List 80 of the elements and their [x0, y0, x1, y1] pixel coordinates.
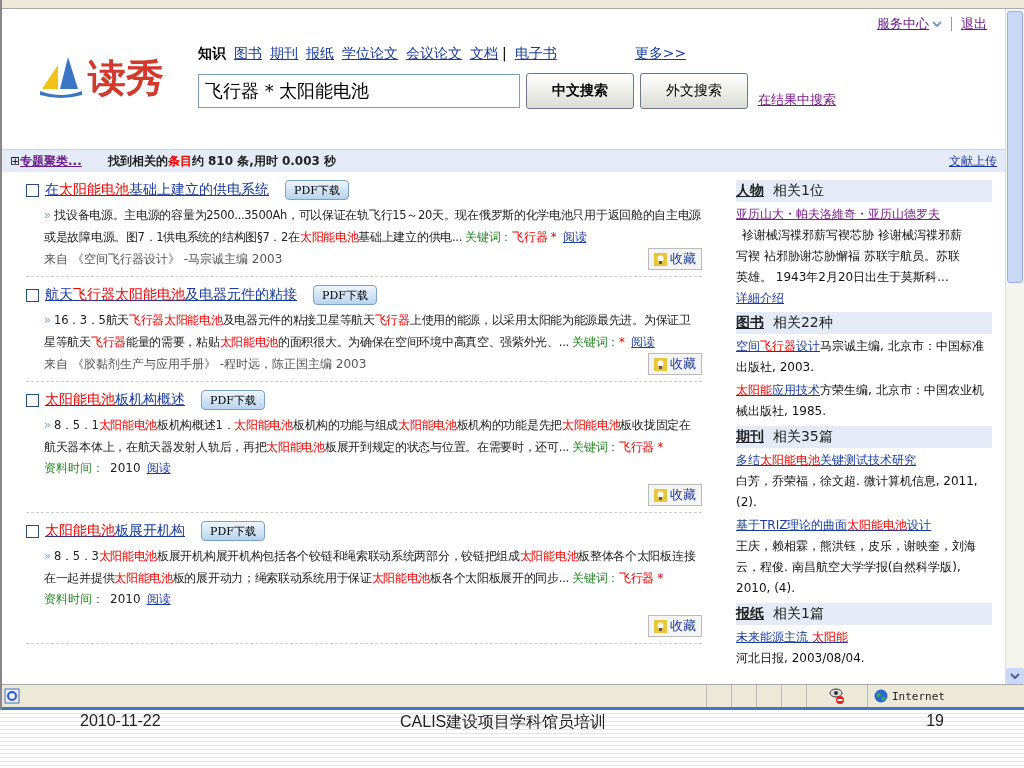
category-tab[interactable]: 图书 [234, 45, 262, 63]
upload-link[interactable]: 文献上传 [949, 152, 997, 170]
item-details: 空间飞行器设计马宗诚主编, 北京市：中国标准出版社, 2003. [736, 338, 985, 376]
logo-text: 读秀 [88, 53, 164, 102]
category-tab[interactable]: 学位论文 [342, 45, 398, 63]
category-tab[interactable]: 文档 [470, 45, 498, 63]
globe-icon [874, 689, 888, 703]
date-text: 2010 [110, 591, 141, 608]
result-snippet: » 8．5．1太阳能电池板机构概述1．太阳能电池板机构的功能与组成太阳能电池板机构的功能是先把太阳能电池板收拢固定在航天器本体上，在航天器发射人轨后，再把太阳能电池板展开到规定的状态与位置。在需要时，还可... 关键词：飞行器 * [44, 417, 692, 456]
lightbulb-icon [654, 252, 667, 266]
result-snippet: » 找设备电源。主电源的容量为2500...3500Ah，可以保证在轨飞行15～20天。现在俄罗斯的化学电池只用于返回舱的自主电源或是故障电源。图7．1供电系统的结构图§7．2在太阳能电池基础上建立的供电... 关键词：飞行器 * 阅读 [44, 207, 702, 246]
result-title-link[interactable]: 太阳能电池板机构概述 [45, 391, 185, 409]
topic-cluster-link[interactable]: 专题聚类... [20, 152, 82, 170]
service-center-link[interactable]: 服务中心 [877, 15, 929, 33]
scrollbar[interactable] [1005, 9, 1024, 684]
checkbox[interactable] [26, 288, 39, 302]
security-zone-text: Internet [892, 689, 945, 703]
favorite-button[interactable]: 收藏 [648, 484, 702, 506]
read-link[interactable]: 阅读 [631, 335, 655, 349]
pdf-download-button[interactable]: PDF下载 [201, 390, 265, 410]
search-within-results-link[interactable]: 在结果中搜索 [758, 91, 836, 109]
logout-link[interactable]: 退出 [961, 15, 987, 33]
result-count-text: 找到相关的条目约 810 条,用时 0.003 秒 [107, 152, 338, 170]
related-item-link[interactable]: 未来能源主流 太阳能 [736, 630, 848, 644]
chevron-down-icon[interactable] [932, 21, 942, 27]
related-item-link[interactable]: 空间飞行器设计 [736, 339, 820, 353]
related-item-link[interactable]: 太阳能应用技术 [736, 383, 820, 397]
section-heading: 图书 相关22种 [736, 312, 992, 334]
section-heading: 期刊 相关35篇 [736, 426, 992, 448]
related-item-link[interactable]: 多结太阳能电池关键测试技术研究 [736, 453, 916, 467]
privacy-blocked-icon[interactable] [828, 687, 846, 705]
source-text: 来自 《空间飞行器设计》 -马宗诚主编 2003 [44, 250, 283, 268]
item-details: 袗谢械泻褋邪薪写褉芯胁 袗谢械泻褋邪薪写褉 袩邪胁谢芯胁懈褔 苏联宇航员。苏联英雄。 1943年2月20日出生于莫斯科... [736, 227, 962, 286]
favorite-button[interactable]: 收藏 [648, 353, 702, 375]
related-item-link[interactable]: 亚历山大・帕夫洛維奇・亚历山德罗夫 [736, 207, 940, 221]
read-link[interactable]: 阅读 [146, 589, 171, 609]
item-details: 王庆，赖相霖，熊洪钰，皮乐，谢映奎，刘海云，程俊. 南昌航空大学学报(自然科学版), 2010, (4). [736, 538, 977, 597]
result-snippet: » 8．5．3太阳能电池板展开机构展开机构包括各个铰链和绳索联动系统两部分，铰链把组成太阳能电池板整体各个太阳板连接在一起并提供太阳能电池板的展开动力；绳索联动系统用于保证太阳能电池板各个太阳板展开的同步... 关键词：飞行器 * [44, 548, 697, 587]
chinese-search-button[interactable]: 中文搜索 [526, 73, 634, 109]
more-link[interactable]: 更多>> [634, 45, 687, 63]
category-tab[interactable]: 电子书 [514, 45, 557, 63]
date-label: 资料时间： [44, 460, 104, 477]
checkbox[interactable] [26, 524, 39, 538]
expand-icon[interactable]: ⊞ [10, 155, 21, 167]
slide-footer-title: CALIS建设项目学科馆员培训 [400, 712, 608, 732]
related-item-link[interactable]: 基于TRIZ理论的曲面太阳能电池设计 [736, 518, 932, 532]
item-details: 河北日报, 2003/08/04. [736, 650, 866, 667]
read-link[interactable]: 阅读 [146, 458, 171, 478]
category-tab[interactable]: 会议论文 [406, 45, 462, 63]
category-tab[interactable]: 报纸 [306, 45, 334, 63]
separator: | [502, 45, 507, 61]
item-details: 白芳，乔荣福，徐文超. 微计算机信息, 2011, (2). [736, 473, 979, 511]
favorite-button[interactable]: 收藏 [648, 248, 702, 270]
category-tab[interactable]: 知识 [198, 45, 226, 63]
pdf-download-button[interactable]: PDF下载 [285, 180, 349, 200]
result-snippet: » 16．3．5航天飞行器太阳能电池及电器元件的粘接卫星等航天飞行器上使用的能源，以采用太阳能为能源最先进。为保证卫星等航天飞行器能量的需要，粘贴太阳能电池的面积很大。为确保在空间环境中高真空、强紫外光、... 关键词：* 阅读 [44, 312, 692, 351]
pdf-download-button[interactable]: PDF下载 [313, 285, 377, 305]
source-text: 来自 《胶黏剂生产与应用手册》 -程时远，陈正国主编 2003 [44, 355, 367, 373]
slide-date: 2010-11-22 [80, 712, 162, 730]
page-icon [4, 688, 20, 704]
lightbulb-icon [654, 619, 667, 633]
result-title-link[interactable]: 太阳能电池板展开机构 [45, 522, 185, 540]
pdf-download-button[interactable]: PDF下载 [201, 521, 265, 541]
checkbox[interactable] [26, 183, 39, 197]
section-heading: 报纸 相关1篇 [736, 603, 992, 625]
slide-number: 19 [926, 712, 944, 730]
date-label: 资料时间： [44, 591, 104, 608]
search-field[interactable]: 飞行器 * 太阳能电池 [198, 74, 520, 108]
lightbulb-icon [654, 488, 667, 502]
chevron-down-icon[interactable] [1010, 673, 1020, 679]
lightbulb-icon [654, 357, 667, 371]
checkbox[interactable] [26, 393, 39, 407]
date-text: 2010 [110, 460, 141, 477]
favorite-button[interactable]: 收藏 [648, 615, 702, 637]
read-link[interactable]: 阅读 [562, 230, 587, 244]
section-heading: 人物 相关1位 [736, 180, 992, 202]
item-details: 太阳能应用技术方荣生编, 北京市：中国农业机械出版社, 1985. [736, 382, 985, 420]
foreign-search-button[interactable]: 外文搜索 [640, 73, 748, 109]
category-tab[interactable]: 期刊 [270, 45, 298, 63]
details-link[interactable]: 详細介绍 [736, 291, 784, 305]
